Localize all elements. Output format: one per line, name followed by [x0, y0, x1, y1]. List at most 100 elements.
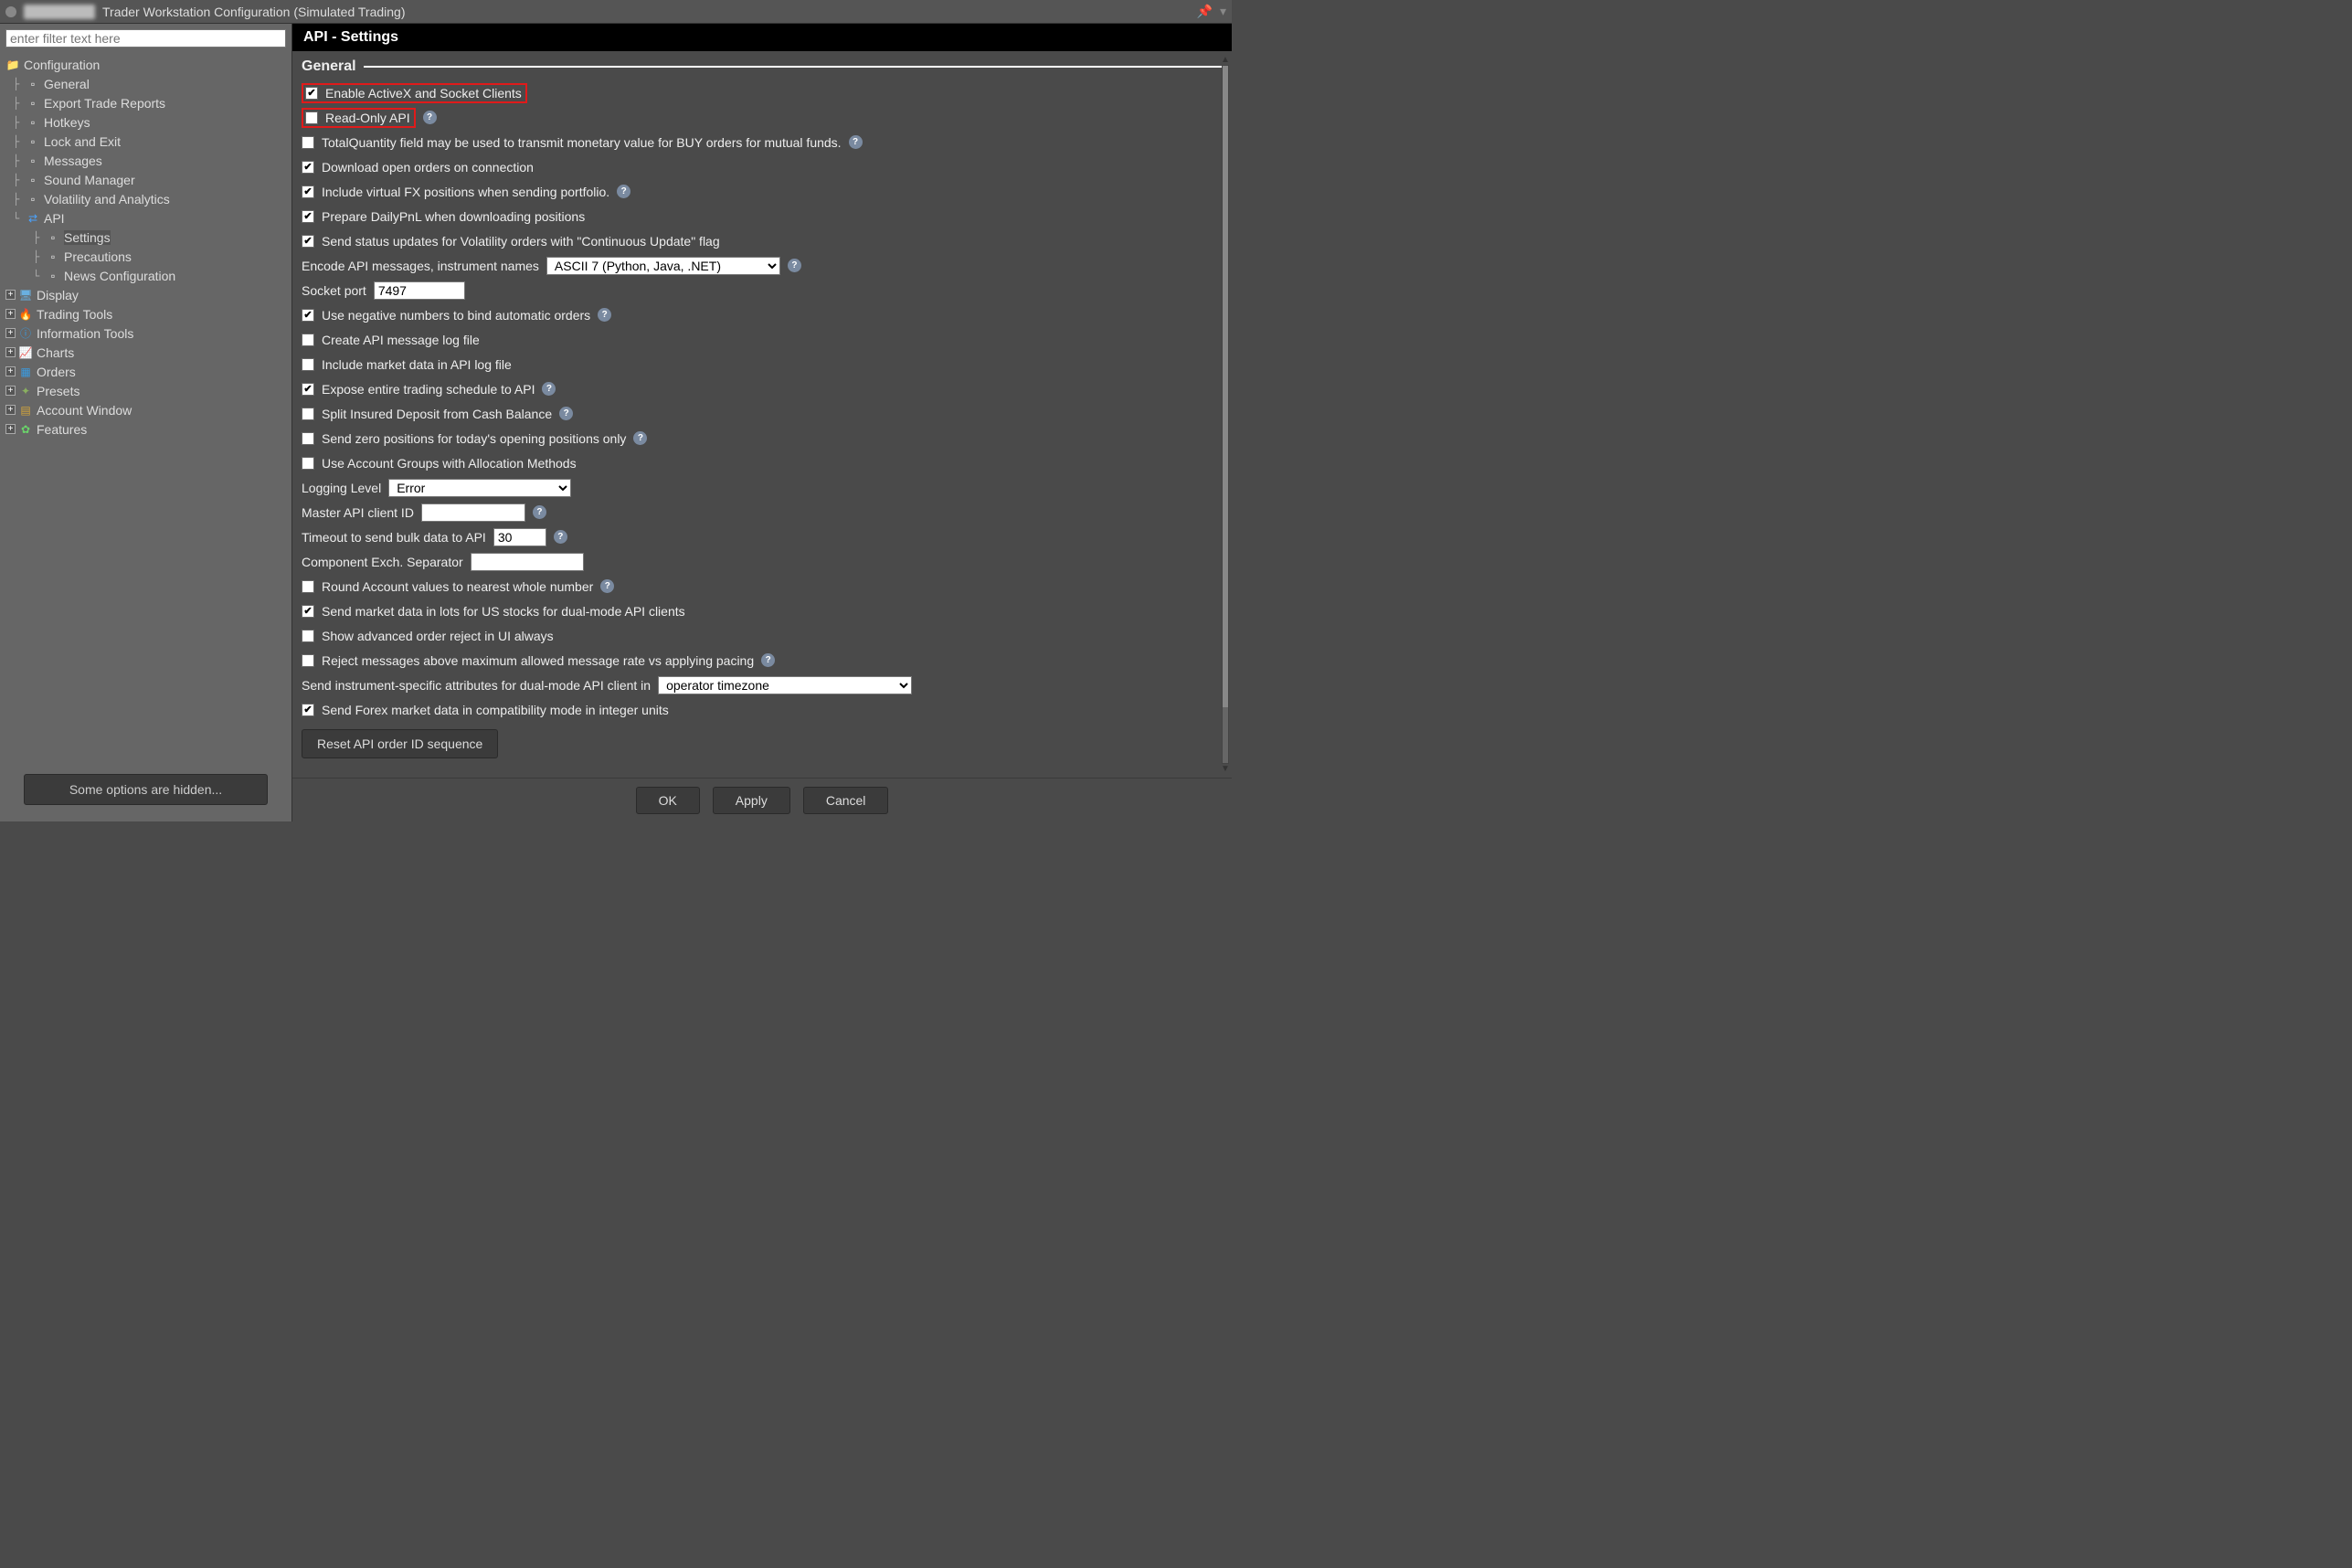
tree-section-trading[interactable]: +🔥Trading Tools [0, 304, 291, 323]
help-icon[interactable]: ? [598, 308, 611, 322]
help-icon[interactable]: ? [849, 135, 863, 149]
tree-root-configuration[interactable]: 📁 Configuration [0, 55, 291, 74]
tree-item-api[interactable]: └⇄API [0, 208, 291, 228]
checkbox-use-account-groups[interactable] [302, 457, 314, 470]
expand-icon[interactable]: + [5, 366, 16, 376]
checkbox-expose-schedule[interactable] [302, 383, 314, 396]
tree-item-sound[interactable]: ├▫Sound Manager [0, 170, 291, 189]
cancel-button[interactable]: Cancel [803, 787, 889, 814]
label-enable-activex: Enable ActiveX and Socket Clients [325, 86, 522, 101]
expand-icon[interactable]: + [5, 290, 16, 300]
checkbox-create-api-log[interactable] [302, 334, 314, 346]
tree-item-general[interactable]: ├▫General [0, 74, 291, 93]
tree-item-volatility[interactable]: ├▫Volatility and Analytics [0, 189, 291, 208]
menu-down-icon[interactable]: ▾ [1220, 4, 1226, 19]
scrollbar[interactable]: ▲ ▼ [1221, 55, 1230, 774]
reset-order-id-button[interactable]: Reset API order ID sequence [302, 729, 498, 758]
filter-input[interactable] [5, 29, 286, 48]
hidden-options-button[interactable]: Some options are hidden... [24, 774, 268, 805]
checkbox-send-forex-compat[interactable] [302, 704, 314, 716]
expand-icon[interactable]: + [5, 405, 16, 415]
scroll-down-icon[interactable]: ▼ [1221, 764, 1230, 774]
help-icon[interactable]: ? [633, 431, 647, 445]
scroll-up-icon[interactable]: ▲ [1221, 55, 1230, 65]
tree-section-display[interactable]: +🖥Display [0, 285, 291, 304]
checkbox-download-open-orders[interactable] [302, 161, 314, 174]
checkbox-show-advanced-reject[interactable] [302, 630, 314, 642]
titlebar: Trader Workstation Configuration (Simula… [0, 0, 1232, 24]
tree-item-hotkeys[interactable]: ├▫Hotkeys [0, 112, 291, 132]
label-component-separator: Component Exch. Separator [302, 555, 463, 569]
checkbox-totalquantity[interactable] [302, 136, 314, 149]
charts-icon: 📈 [18, 345, 33, 360]
tree-section-features[interactable]: +✿Features [0, 419, 291, 439]
help-icon[interactable]: ? [559, 407, 573, 420]
presets-icon: ✦ [18, 384, 33, 398]
checkbox-use-negative-numbers[interactable] [302, 309, 314, 322]
tree-item-api-news[interactable]: └▫News Configuration [0, 266, 291, 285]
close-icon[interactable] [5, 6, 16, 17]
page-icon: ▫ [26, 115, 40, 130]
window-title: Trader Workstation Configuration (Simula… [102, 5, 1197, 19]
checkbox-split-insured[interactable] [302, 408, 314, 420]
page-icon: ▫ [26, 77, 40, 91]
help-icon[interactable]: ? [423, 111, 437, 124]
expand-icon[interactable]: + [5, 347, 16, 357]
select-encoding[interactable]: ASCII 7 (Python, Java, .NET) [546, 257, 780, 275]
tree-item-export[interactable]: ├▫Export Trade Reports [0, 93, 291, 112]
help-icon[interactable]: ? [761, 653, 775, 667]
tree-section-info[interactable]: +ⓘInformation Tools [0, 323, 291, 343]
checkbox-prepare-dailypnl[interactable] [302, 210, 314, 223]
input-socket-port[interactable] [374, 281, 465, 300]
expand-icon[interactable]: + [5, 386, 16, 396]
checkbox-include-market-data-log[interactable] [302, 358, 314, 371]
checkbox-send-zero-positions[interactable] [302, 432, 314, 445]
page-icon: ▫ [26, 154, 40, 168]
folder-icon: 📁 [5, 58, 20, 72]
help-icon[interactable]: ? [600, 579, 614, 593]
orders-icon: ▦ [18, 365, 33, 379]
select-logging-level[interactable]: Error [388, 479, 571, 497]
tree-section-presets[interactable]: +✦Presets [0, 381, 291, 400]
help-icon[interactable]: ? [617, 185, 630, 198]
help-icon[interactable]: ? [788, 259, 801, 272]
config-tree: 📁 Configuration ├▫General ├▫Export Trade… [0, 53, 291, 763]
ok-button[interactable]: OK [636, 787, 700, 814]
input-timeout[interactable] [493, 528, 546, 546]
label-timeout: Timeout to send bulk data to API [302, 530, 486, 545]
highlight-enable-activex: Enable ActiveX and Socket Clients [302, 83, 527, 103]
config-window: Trader Workstation Configuration (Simula… [0, 0, 1232, 821]
select-timezone-mode[interactable]: operator timezone [658, 676, 912, 694]
page-icon: ▫ [46, 269, 60, 283]
checkbox-reject-messages-rate[interactable] [302, 654, 314, 667]
tree-item-messages[interactable]: ├▫Messages [0, 151, 291, 170]
tree-item-api-precautions[interactable]: ├▫Precautions [0, 247, 291, 266]
tree-section-charts[interactable]: +📈Charts [0, 343, 291, 362]
checkbox-send-market-data-lots[interactable] [302, 605, 314, 618]
page-icon: ▫ [26, 192, 40, 207]
tree-item-api-settings[interactable]: ├▫Settings [0, 228, 291, 247]
expand-icon[interactable]: + [5, 424, 16, 434]
arrows-icon: ⇄ [26, 211, 40, 226]
help-icon[interactable]: ? [554, 530, 567, 544]
input-master-client-id[interactable] [421, 503, 525, 522]
checkbox-send-status-updates[interactable] [302, 235, 314, 248]
help-icon[interactable]: ? [533, 505, 546, 519]
trading-icon: 🔥 [18, 307, 33, 322]
apply-button[interactable]: Apply [713, 787, 790, 814]
label-encode: Encode API messages, instrument names [302, 259, 539, 273]
page-icon: ▫ [46, 249, 60, 264]
pin-icon[interactable]: 📌 [1197, 4, 1213, 19]
label-logging-level: Logging Level [302, 481, 381, 495]
checkbox-round-account-values[interactable] [302, 580, 314, 593]
expand-icon[interactable]: + [5, 328, 16, 338]
expand-icon[interactable]: + [5, 309, 16, 319]
tree-item-lock[interactable]: ├▫Lock and Exit [0, 132, 291, 151]
checkbox-include-virtual-fx[interactable] [302, 185, 314, 198]
tree-section-orders[interactable]: +▦Orders [0, 362, 291, 381]
help-icon[interactable]: ? [542, 382, 556, 396]
input-component-separator[interactable] [471, 553, 584, 571]
checkbox-enable-activex[interactable] [305, 87, 318, 100]
tree-section-account[interactable]: +▤Account Window [0, 400, 291, 419]
checkbox-readonly-api[interactable] [305, 111, 318, 124]
